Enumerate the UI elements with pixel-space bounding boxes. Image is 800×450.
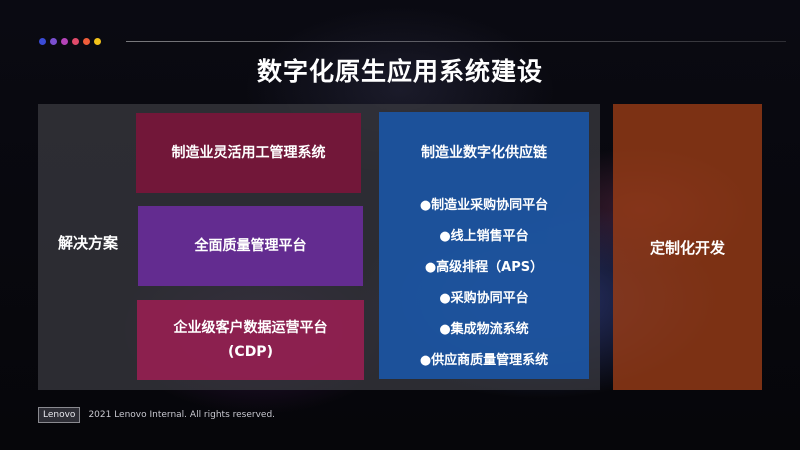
dot-6 — [94, 38, 101, 45]
supply-chain-title: 制造业数字化供应链 — [421, 145, 547, 161]
solution-box-text: 制造业灵活用工管理系统 — [171, 145, 326, 161]
supply-chain-item: ●高级排程（APS） — [424, 260, 544, 275]
slide-title: 数字化原生应用系统建设 — [256, 57, 543, 86]
supply-chain-item: ●线上销售平台 — [439, 229, 529, 244]
dot-5 — [83, 38, 90, 45]
solution-box-flexible-staffing: 制造业灵活用工管理系统 — [136, 113, 361, 193]
footer: Lenovo 2021 Lenovo Internal. All rights … — [38, 407, 275, 423]
decorative-dots — [39, 38, 101, 45]
dot-2 — [50, 38, 57, 45]
solution-box-text: 企业级客户数据运营平台 — [173, 320, 328, 336]
supply-chain-item: ●采购协同平台 — [439, 291, 529, 306]
supply-chain-list: ●制造业采购协同平台 ●线上销售平台 ●高级排程（APS） ●采购协同平台 ●集… — [379, 190, 589, 376]
solutions-label: 解决方案 — [57, 234, 118, 252]
dot-4 — [72, 38, 79, 45]
supply-chain-item: ●供应商质量管理系统 — [419, 353, 549, 368]
solution-box-text: 全面质量管理平台 — [194, 238, 307, 254]
supply-chain-box: 制造业数字化供应链 ●制造业采购协同平台 ●线上销售平台 ●高级排程（APS） … — [379, 112, 589, 379]
dot-3 — [61, 38, 68, 45]
supply-chain-item: ●集成物流系统 — [439, 322, 529, 337]
supply-chain-item: ●制造业采购协同平台 — [419, 198, 549, 213]
solution-box-cdp: 企业级客户数据运营平台 (CDP) — [137, 300, 364, 380]
custom-development-label: 定制化开发 — [649, 238, 725, 257]
header-divider — [126, 41, 786, 42]
dot-1 — [39, 38, 46, 45]
copyright-text: 2021 Lenovo Internal. All rights reserve… — [88, 410, 276, 420]
solution-box-quality-management: 全面质量管理平台 — [138, 206, 363, 286]
solution-box-subtext: (CDP) — [228, 344, 273, 360]
lenovo-logo: Lenovo — [38, 407, 81, 423]
custom-development-box: 定制化开发 — [613, 104, 762, 390]
